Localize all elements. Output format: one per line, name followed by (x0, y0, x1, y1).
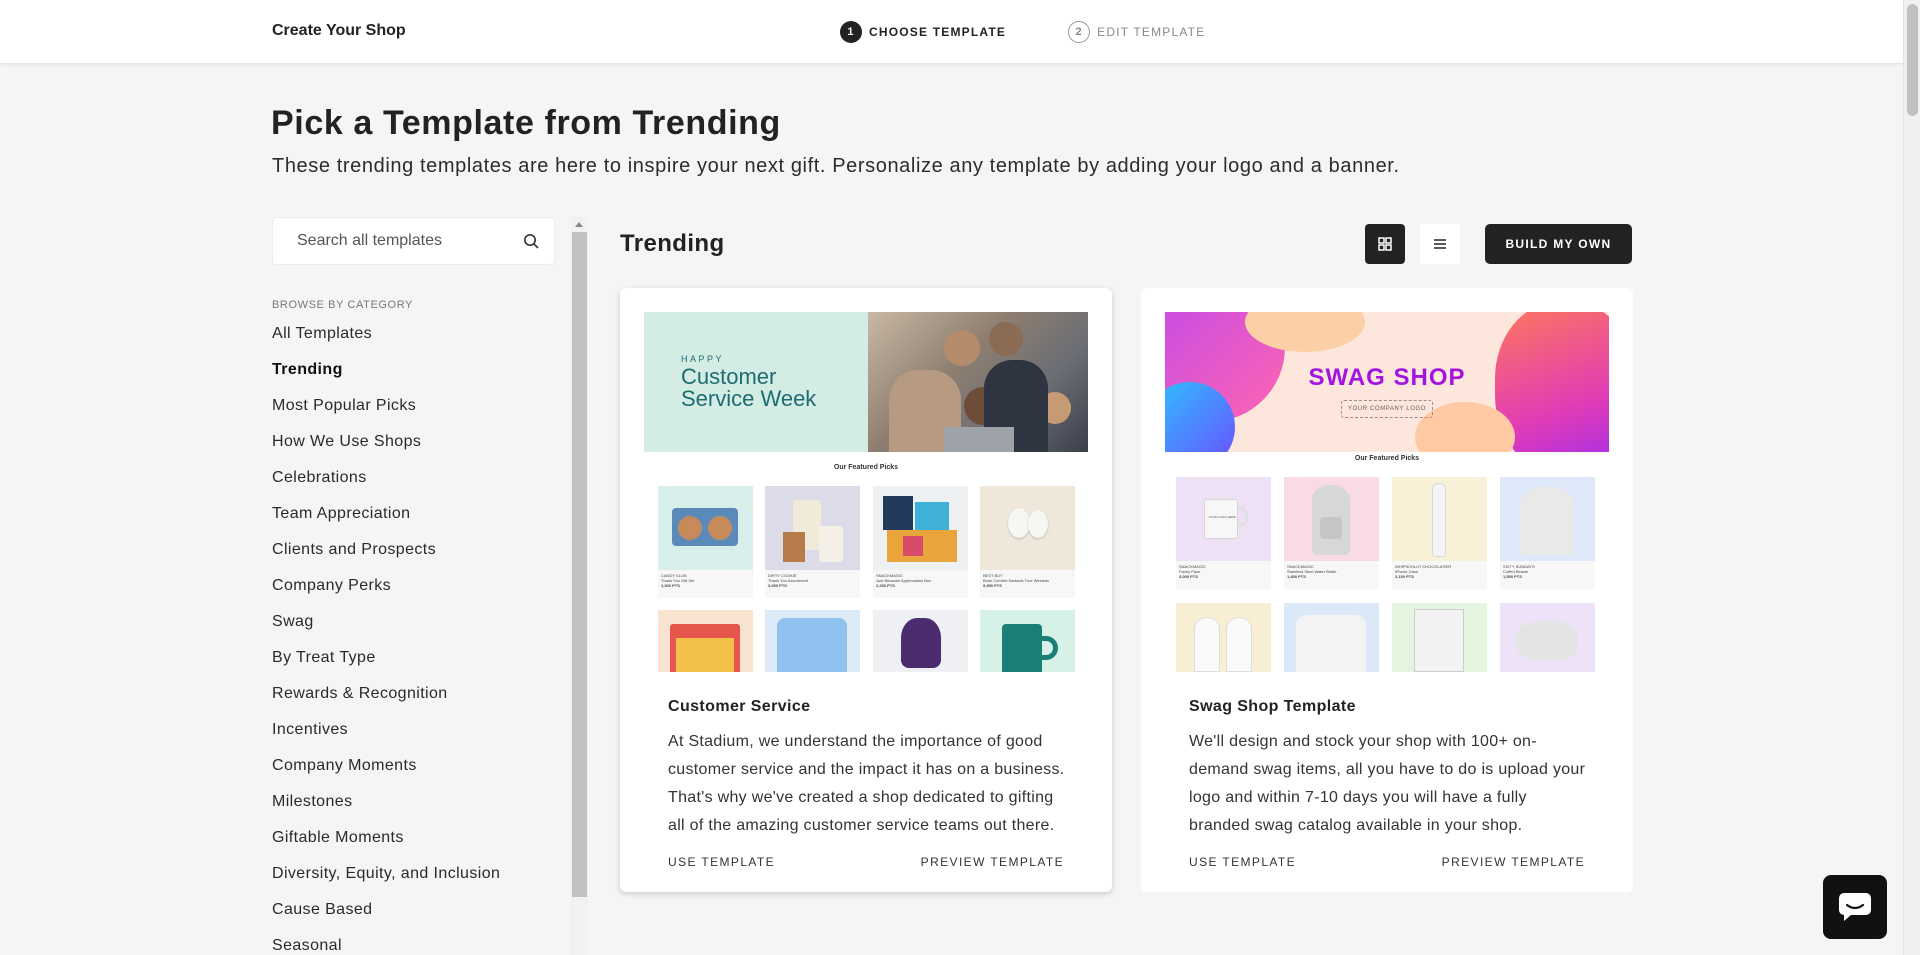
tile-points: 9,950 PTS (983, 583, 1002, 588)
chat-button[interactable] (1823, 875, 1887, 939)
product-tile-image (873, 610, 968, 672)
sidebar-scrollbar[interactable] (571, 217, 588, 955)
card-title: Swag Shop Template (1189, 698, 1356, 715)
card-description: At Stadium, we understand the importance… (668, 733, 1065, 834)
category-item-milestones[interactable]: Milestones (272, 793, 500, 829)
product-tile: SIXTY SUNDAYS Cuffed Beanie 1,550 PTS (1500, 477, 1595, 589)
tile-points: 1,300 PTS (661, 583, 680, 588)
category-item-how-we-use-shops[interactable]: How We Use Shops (272, 433, 500, 469)
banner-image: HAPPY Customer Service Week (644, 312, 1088, 452)
page-title: Pick a Template from Trending (271, 104, 781, 142)
category-item-seasonal[interactable]: Seasonal (272, 937, 500, 955)
category-item-trending[interactable]: Trending (272, 361, 500, 397)
category-item-dei[interactable]: Diversity, Equity, and Inclusion (272, 865, 500, 901)
scroll-up-arrow-icon[interactable] (575, 222, 583, 227)
use-template-button[interactable]: USE TEMPLATE (668, 855, 775, 869)
template-card-swag-shop[interactable]: SWAG SHOP YOUR COMPANY LOGO Our Featured… (1141, 288, 1633, 892)
product-tile: BEST BUY Bose Comfort Earbuds True Wirele… (980, 486, 1075, 598)
banner-logo-placeholder: YOUR COMPANY LOGO (1341, 400, 1433, 418)
product-tile-image (1392, 603, 1487, 672)
banner-text-happy: HAPPY (681, 354, 725, 364)
product-tile-image (980, 610, 1075, 672)
tile-points: 3,000 PTS (1179, 574, 1198, 579)
page-subtitle: These trending templates are here to ins… (272, 155, 1400, 177)
category-item-giftable-moments[interactable]: Giftable Moments (272, 829, 500, 865)
banner-text-line2: Service Week (681, 386, 817, 411)
page-scrollbar-thumb[interactable] (1907, 4, 1918, 116)
search-input[interactable] (297, 232, 522, 250)
product-tile-image (1500, 603, 1595, 672)
card-title: Customer Service (668, 698, 811, 715)
product-tile: SNACKMAGIC Stainless Steel Water Bottle 1,… (1284, 477, 1379, 589)
category-item-team-appreciation[interactable]: Team Appreciation (272, 505, 500, 541)
banner-image: SWAG SHOP YOUR COMPANY LOGO (1165, 312, 1609, 452)
use-template-button[interactable]: USE TEMPLATE (1189, 855, 1296, 869)
category-list: All Templates Trending Most Popular Pick… (272, 325, 500, 955)
category-item-by-treat-type[interactable]: By Treat Type (272, 649, 500, 685)
product-tile: YOUR LOGO HERE SNACKMAGIC Fanny Pack 3,000… (1176, 477, 1271, 589)
product-tile-image (658, 610, 753, 672)
tile-points: 2,250 PTS (876, 583, 895, 588)
template-preview[interactable]: HAPPY Customer Service Week Our Featured… (644, 312, 1088, 672)
category-item-company-perks[interactable]: Company Perks (272, 577, 500, 613)
category-item-most-popular[interactable]: Most Popular Picks (272, 397, 500, 433)
page-scrollbar[interactable] (1903, 0, 1920, 955)
category-item-rewards-recognition[interactable]: Rewards & Recognition (272, 685, 500, 721)
template-card-customer-service[interactable]: HAPPY Customer Service Week Our Featured… (620, 288, 1112, 892)
tile-points: 3,050 PTS (768, 583, 787, 588)
top-header: Create Your Shop 1 CHOOSE TEMPLATE 2 EDI… (0, 0, 1903, 64)
progress-steps: 1 CHOOSE TEMPLATE 2 EDIT TEMPLATE (840, 21, 1205, 43)
category-heading: BROWSE BY CATEGORY (272, 299, 413, 311)
featured-picks-label: Our Featured Picks (833, 464, 899, 471)
tile-logo-text: YOUR LOGO HERE (1208, 515, 1236, 519)
category-item-clients-prospects[interactable]: Clients and Prospects (272, 541, 500, 577)
product-tile-image (1176, 603, 1271, 672)
brand-title: Create Your Shop (272, 22, 406, 39)
product-tile: CANDY CLUB Thank You Gift Set 1,300 PTS (658, 486, 753, 598)
build-my-own-button[interactable]: BUILD MY OWN (1485, 224, 1632, 264)
step-number-1: 1 (840, 21, 862, 43)
product-tile: WHIPSCHLUT CHOCOLATIER iPhone Case 2,150 P… (1392, 477, 1487, 589)
chat-icon (1839, 893, 1871, 921)
step-label: EDIT TEMPLATE (1097, 25, 1206, 39)
product-tile: DIRTY COOKIE Thank You Assortment 3,050 PT… (765, 486, 860, 598)
search-icon[interactable] (522, 232, 540, 250)
grid-icon (1378, 237, 1392, 251)
product-tile-image (765, 610, 860, 672)
category-item-all-templates[interactable]: All Templates (272, 325, 500, 361)
product-tile-image (1284, 603, 1379, 672)
grid-view-button[interactable] (1365, 224, 1405, 264)
category-item-cause-based[interactable]: Cause Based (272, 901, 500, 937)
featured-picks-label: Our Featured Picks (1354, 455, 1420, 462)
card-description: We'll design and stock your shop with 10… (1189, 733, 1586, 834)
step-edit-template[interactable]: 2 EDIT TEMPLATE (1068, 21, 1205, 43)
list-view-button[interactable] (1420, 224, 1460, 264)
search-box (272, 217, 555, 265)
tile-points: 1,550 PTS (1503, 574, 1522, 579)
step-label: CHOOSE TEMPLATE (869, 25, 1007, 39)
category-item-company-moments[interactable]: Company Moments (272, 757, 500, 793)
step-choose-template[interactable]: 1 CHOOSE TEMPLATE (840, 21, 1006, 43)
tile-points: 2,150 PTS (1395, 574, 1414, 579)
category-item-incentives[interactable]: Incentives (272, 721, 500, 757)
list-icon (1434, 239, 1446, 249)
tile-points: 1,450 PTS (1287, 574, 1306, 579)
section-title: Trending (620, 230, 725, 257)
product-tile: SNACKMAGIC Just Because Appreciation Box 2… (873, 486, 968, 598)
category-item-swag[interactable]: Swag (272, 613, 500, 649)
preview-template-button[interactable]: PREVIEW TEMPLATE (921, 855, 1064, 869)
step-number-2: 2 (1068, 21, 1091, 43)
banner-title: SWAG SHOP (1308, 364, 1466, 391)
category-item-celebrations[interactable]: Celebrations (272, 469, 500, 505)
template-preview[interactable]: SWAG SHOP YOUR COMPANY LOGO Our Featured… (1165, 312, 1609, 672)
sidebar-scrollbar-thumb[interactable] (572, 232, 587, 897)
preview-template-button[interactable]: PREVIEW TEMPLATE (1442, 855, 1585, 869)
